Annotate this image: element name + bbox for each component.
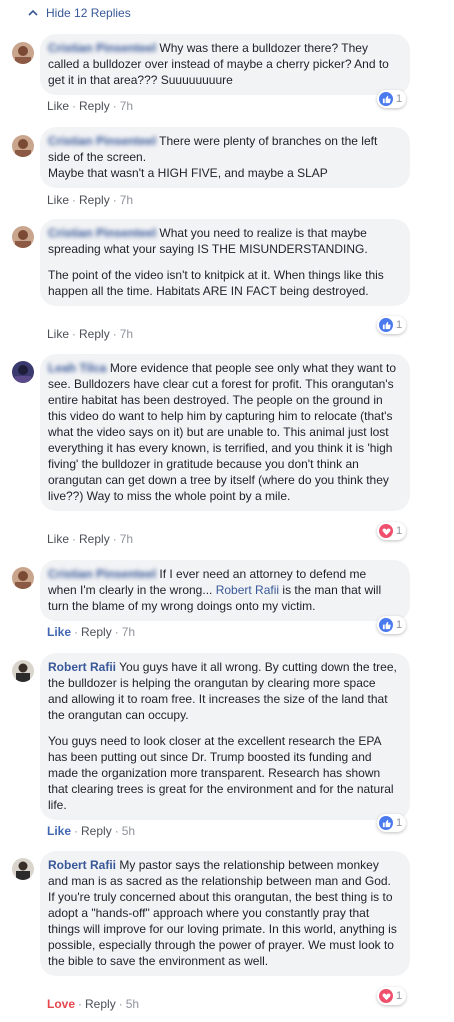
reply-button[interactable]: Reply bbox=[79, 532, 110, 546]
like-icon bbox=[379, 92, 393, 106]
comment-author[interactable]: Cristian Pinsenteel bbox=[48, 226, 156, 240]
reaction-count[interactable]: 1 bbox=[377, 316, 407, 334]
avatar[interactable] bbox=[12, 226, 34, 248]
comment-actions: Like · Reply · 7h bbox=[47, 532, 134, 546]
comment-bubble: Leah Tilca More evidence that people see… bbox=[40, 354, 410, 511]
comment-text: The point of the video isn't to knitpick… bbox=[48, 268, 384, 298]
comment-author[interactable]: Cristian Pinsenteel bbox=[48, 41, 156, 55]
reply-button[interactable]: Reply bbox=[85, 997, 116, 1011]
comment-author[interactable]: Cristian Pinsenteel bbox=[48, 567, 156, 581]
comment-author[interactable]: Leah Tilca bbox=[48, 361, 106, 375]
comment-author[interactable]: Robert Rafii bbox=[48, 660, 116, 674]
comment-bubble: Cristian Pinsenteel There were plenty of… bbox=[40, 127, 410, 188]
comment-text: You guys need to look closer at the exce… bbox=[48, 734, 394, 812]
reaction-count[interactable]: 1 bbox=[377, 522, 407, 540]
reply-button[interactable]: Reply bbox=[79, 193, 110, 207]
timestamp[interactable]: 5h bbox=[122, 824, 135, 838]
avatar[interactable] bbox=[12, 135, 34, 157]
avatar[interactable] bbox=[12, 660, 34, 682]
comment-text: My pastor says the relationship between … bbox=[48, 858, 397, 968]
reaction-count[interactable]: 1 bbox=[377, 90, 407, 108]
comment-actions: Like · Reply · 5h bbox=[47, 824, 136, 838]
comment-bubble: Robert Rafii My pastor says the relation… bbox=[40, 851, 410, 976]
timestamp[interactable]: 7h bbox=[120, 99, 133, 113]
comment-actions: Love · Reply · 5h bbox=[47, 997, 140, 1011]
avatar[interactable] bbox=[12, 858, 34, 880]
like-icon bbox=[379, 318, 393, 332]
timestamp[interactable]: 7h bbox=[120, 532, 133, 546]
comment-text: More evidence that people see only what … bbox=[48, 361, 397, 503]
reaction-count[interactable]: 1 bbox=[377, 814, 407, 832]
comment-author[interactable]: Robert Rafii bbox=[48, 858, 116, 872]
timestamp[interactable]: 7h bbox=[122, 625, 135, 639]
comment-bubble: Cristian Pinsenteel If I ever need an at… bbox=[40, 560, 410, 621]
chevron-up-icon bbox=[28, 9, 38, 16]
comment-bubble: Robert Rafii You guys have it all wrong.… bbox=[40, 653, 410, 820]
comment-bubble: Cristian Pinsenteel Why was there a bull… bbox=[40, 34, 410, 95]
love-button[interactable]: Love bbox=[47, 997, 75, 1011]
like-icon bbox=[379, 816, 393, 830]
comment-actions: Like · Reply · 7h bbox=[47, 625, 136, 639]
comment-bubble: Cristian Pinsenteel What you need to rea… bbox=[40, 219, 410, 306]
comment-actions: Like · Reply · 7h bbox=[47, 327, 134, 341]
timestamp[interactable]: 7h bbox=[120, 193, 133, 207]
reaction-count[interactable]: 1 bbox=[377, 987, 407, 1005]
comment-actions: Like · Reply · 7h bbox=[47, 193, 134, 207]
like-button[interactable]: Like bbox=[47, 327, 69, 341]
like-button[interactable]: Like bbox=[47, 193, 69, 207]
reaction-count[interactable]: 1 bbox=[377, 616, 407, 634]
hide-replies-label: Hide 12 Replies bbox=[46, 6, 131, 20]
reply-button[interactable]: Reply bbox=[81, 625, 112, 639]
avatar[interactable] bbox=[12, 567, 34, 589]
reply-button[interactable]: Reply bbox=[81, 824, 112, 838]
like-button[interactable]: Like bbox=[47, 824, 71, 838]
like-button[interactable]: Like bbox=[47, 625, 71, 639]
reply-button[interactable]: Reply bbox=[79, 99, 110, 113]
like-icon bbox=[379, 618, 393, 632]
timestamp[interactable]: 5h bbox=[126, 997, 139, 1011]
comment-actions: Like · Reply · 7h bbox=[47, 99, 134, 113]
timestamp[interactable]: 7h bbox=[120, 327, 133, 341]
like-button[interactable]: Like bbox=[47, 532, 69, 546]
hide-replies-link[interactable]: Hide 12 Replies bbox=[28, 4, 131, 22]
like-button[interactable]: Like bbox=[47, 99, 69, 113]
avatar[interactable] bbox=[12, 361, 34, 383]
avatar[interactable] bbox=[12, 42, 34, 64]
love-icon bbox=[379, 989, 393, 1003]
mention-link[interactable]: Robert Rafii bbox=[216, 583, 279, 597]
reply-button[interactable]: Reply bbox=[79, 327, 110, 341]
love-icon bbox=[379, 524, 393, 538]
comment-author[interactable]: Cristian Pinsenteel bbox=[48, 134, 156, 148]
